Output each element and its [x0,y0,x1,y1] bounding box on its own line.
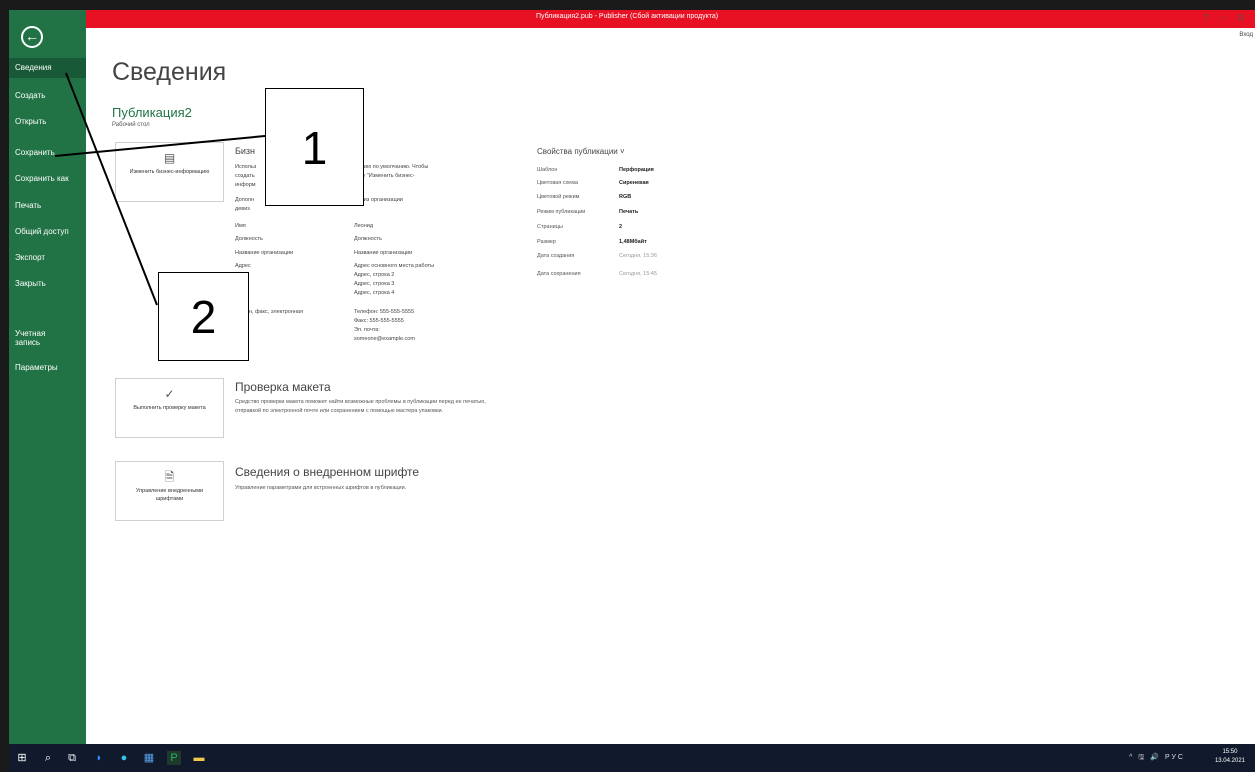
property-label: Режим публикации [537,209,586,215]
business-key: Дополн [235,197,255,203]
task-view-icon[interactable]: ⧉ [65,751,79,765]
property-value: Перфорация [619,167,654,173]
app-icon[interactable]: ◗ [92,751,106,765]
property-value: Сегодня, 15:36 [619,253,657,259]
business-value: Название организации [354,250,413,256]
property-label: Цветовая схема [537,180,579,186]
business-value: Адрес, строка 2 [354,272,395,278]
folder-icon[interactable]: ▬ [192,751,206,765]
publisher-window: ← Сведения Создать Открыть Сохранить Сох… [9,10,1255,744]
property-label: Цветовой режим [537,194,580,200]
manage-embedded-fonts-button[interactable]: 🗎 Управление внедренными шрифтами [115,461,224,521]
business-key: Адрес [235,263,251,269]
taskbar-clock[interactable]: 15:50 13.04.2021 [1215,748,1245,766]
sidebar-item-export[interactable]: Экспорт [9,248,86,268]
publication-name: Публикация2 [112,105,192,120]
publisher-taskbar-icon[interactable]: P [167,751,181,765]
property-label: Шаблон [537,167,558,173]
back-arrow-icon[interactable]: ← [21,26,43,48]
business-desc-left-2: создать [235,173,255,179]
property-value: 1,48Мбайт [619,239,647,245]
edit-business-info-label: Изменить бизнес-информацию [129,169,210,175]
business-desc-left-3: информ [235,182,256,188]
clock-time: 15:50 [1222,749,1238,755]
page-title: Сведения [112,58,227,86]
business-key: Имя [235,223,246,229]
sidebar-item-info[interactable]: Сведения [9,58,86,78]
business-key: девиз [235,206,250,212]
property-label: Дата создания [537,253,575,259]
property-label: Страницы [537,224,563,230]
sidebar-item-share[interactable]: Общий доступ [9,222,86,242]
property-label: Размер [537,239,556,245]
embedded-fonts-description: Управление параметрами для встроенных шр… [235,485,407,491]
business-desc-right-1: мацию по умолчанию. Чтобы [354,164,429,170]
layout-check-description: Средство проверки макета поможет найти в… [235,399,486,414]
business-value: Телефон: 555-555-5555 [354,309,415,315]
business-value: Эл. почта: [354,327,380,333]
publication-path: Рабочий стол [112,122,150,128]
window-controls[interactable]: ? – ⊡ [1204,13,1249,22]
embedded-fonts-title: Сведения о внедренном шрифте [235,465,420,479]
property-value: Сиреневая [619,180,649,186]
font-document-icon: 🗎 [164,470,175,484]
property-value: Сегодня, 15:45 [619,271,657,277]
business-value: someone@example.com [354,336,415,342]
sidebar-item-save-as[interactable]: Сохранить как [9,169,86,189]
edit-business-info-button[interactable]: ▤ Изменить бизнес-информацию [115,142,224,202]
title-bar: Публикация2.pub - Publisher (Сбой актива… [86,10,1255,28]
run-layout-check-label: Выполнить проверку макета [133,405,206,411]
file-explorer-icon[interactable]: ▦ [142,751,156,765]
edge-browser-icon[interactable]: ● [117,751,131,765]
property-value: RGB [619,194,632,200]
manage-embedded-fonts-label: Управление внедренными шрифтами [135,488,204,502]
window-title: Публикация2.pub - Publisher (Сбой актива… [536,13,719,20]
business-value: Адрес основного места работы [354,263,434,269]
callout-box-2: 2 [158,272,249,361]
sidebar-item-options[interactable]: Параметры [9,358,86,378]
system-tray[interactable]: ^ 🖫 🔊 РУС [1129,753,1185,764]
windows-start-icon[interactable]: ⊞ [15,751,29,765]
signin-link[interactable]: Вход [1239,32,1253,38]
business-value: Адрес, строка 3 [354,281,395,287]
business-key: Название организации [235,250,294,256]
backstage-sidebar: ← Сведения Создать Открыть Сохранить Сох… [9,10,86,744]
business-value: Леонид [354,223,374,229]
business-desc-left-1: Использ [235,164,257,170]
sidebar-item-account[interactable]: Учетная запись [9,325,69,351]
business-value: Должность [354,236,382,242]
property-value: Печать [619,209,639,215]
design-checker-icon: ✓ [164,387,175,401]
property-label: Дата сохранения [537,271,581,277]
business-value: Адрес, строка 4 [354,290,395,296]
sidebar-item-print[interactable]: Печать [9,196,86,216]
windows-taskbar: ⊞ ⌕ ⧉ ◗ ● ▦ P ▬ ^ 🖫 🔊 РУС 15:50 13.04.20… [9,744,1255,772]
business-key: Должность [235,236,263,242]
sidebar-item-open[interactable]: Открыть [9,112,86,132]
callout-box-1: 1 [265,88,364,206]
sidebar-item-close[interactable]: Закрыть [9,274,86,294]
business-card-icon: ▤ [163,151,176,165]
property-value: 2 [619,224,623,230]
publication-properties-title[interactable]: Свойства публикации ˅ [537,147,625,156]
business-value: Факс: 555-555-5555 [354,318,404,324]
layout-check-title: Проверка макета [235,380,331,394]
sidebar-item-new[interactable]: Создать [9,86,86,106]
search-icon[interactable]: ⌕ [41,751,55,765]
sidebar-item-save[interactable]: Сохранить [9,143,86,163]
business-info-title: Бизн [235,146,256,156]
clock-date: 13.04.2021 [1214,758,1245,764]
run-layout-check-button[interactable]: ✓ Выполнить проверку макета [115,378,224,438]
